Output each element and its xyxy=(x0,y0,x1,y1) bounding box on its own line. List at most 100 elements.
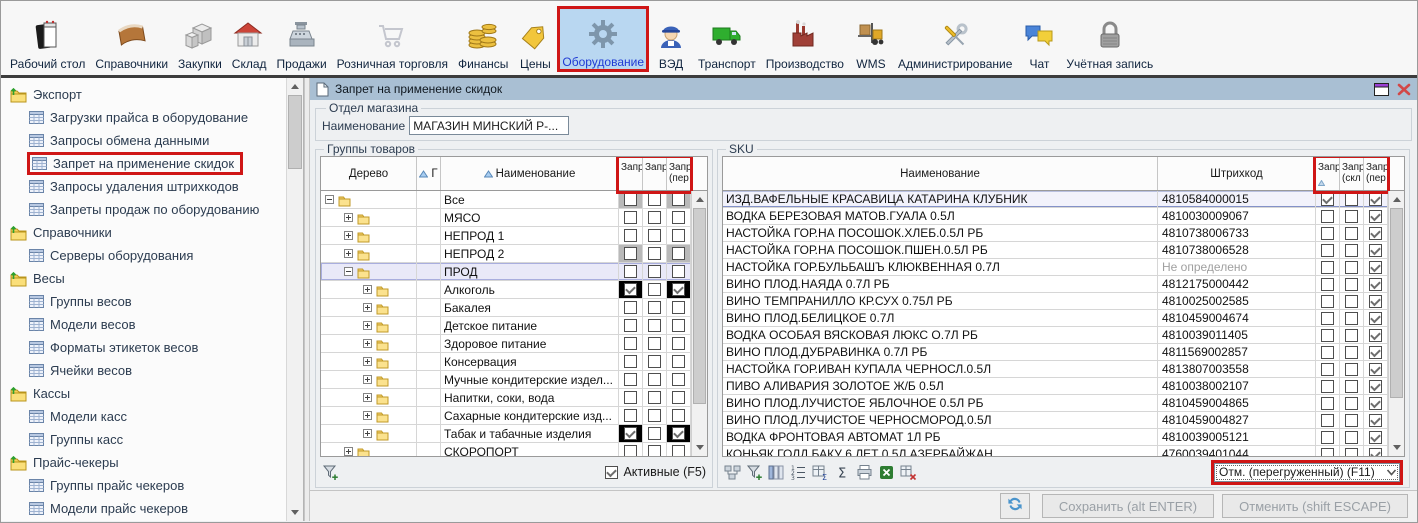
sidebar-group[interactable]: Экспорт xyxy=(1,83,303,106)
sku-row[interactable]: НАСТОЙКА ГОР.НА ПОСОШОК.ПШЕН.0.5Л РБ 481… xyxy=(723,242,1388,259)
flag-checkbox-cell[interactable] xyxy=(1364,395,1388,411)
flag-checkbox-cell[interactable] xyxy=(643,209,667,226)
flag-checkbox-cell[interactable] xyxy=(667,425,691,442)
group-row[interactable]: Детское питание xyxy=(321,317,691,335)
filter-add-icon[interactable] xyxy=(322,464,339,481)
flag-checkbox-cell[interactable] xyxy=(1316,429,1340,445)
flag-checkbox-cell[interactable] xyxy=(619,227,643,244)
flag-checkbox-cell[interactable] xyxy=(643,335,667,352)
toolbar-item[interactable]: Продажи xyxy=(272,6,332,72)
refresh-button[interactable] xyxy=(1000,493,1030,519)
flag-checkbox-cell[interactable] xyxy=(1316,361,1340,377)
column-hide-icon[interactable] xyxy=(768,464,785,481)
group-row[interactable]: НЕПРОД 2 xyxy=(321,245,691,263)
flag-checkbox-cell[interactable] xyxy=(1364,446,1388,456)
sidebar-item[interactable]: Группы касс xyxy=(1,428,303,451)
mode-dropdown[interactable]: Отм. (перегруженный) (F11) xyxy=(1214,463,1400,482)
flag-checkbox-cell[interactable] xyxy=(1340,293,1364,309)
filter-add-icon[interactable] xyxy=(746,464,763,481)
expand-icon[interactable] xyxy=(363,375,372,384)
toolbar-item[interactable]: Финансы xyxy=(453,6,513,72)
flag-checkbox-cell[interactable] xyxy=(643,317,667,334)
sidebar-item[interactable]: Запрет на применение скидок xyxy=(1,152,303,175)
flag-checkbox-cell[interactable] xyxy=(1316,378,1340,394)
toolbar-item[interactable]: Транспорт xyxy=(693,6,761,72)
flag-checkbox-cell[interactable] xyxy=(643,191,667,208)
flag-checkbox-cell[interactable] xyxy=(1364,276,1388,292)
sidebar-group[interactable]: Весы xyxy=(1,267,303,290)
flag-checkbox-cell[interactable] xyxy=(667,335,691,352)
flag-checkbox-cell[interactable] xyxy=(667,371,691,388)
flag-checkbox-cell[interactable] xyxy=(1364,344,1388,360)
flag-checkbox-cell[interactable] xyxy=(619,245,643,262)
column-header-flag1[interactable]: Запр xyxy=(1316,157,1340,190)
flag-checkbox-cell[interactable] xyxy=(1364,293,1388,309)
flag-checkbox-cell[interactable] xyxy=(643,389,667,406)
column-header-tree[interactable]: Дерево xyxy=(321,157,417,190)
flag-checkbox-cell[interactable] xyxy=(1316,259,1340,275)
flag-checkbox-cell[interactable] xyxy=(1340,378,1364,394)
flag-checkbox-cell[interactable] xyxy=(667,191,691,208)
collapse-icon[interactable] xyxy=(325,195,334,204)
sku-row[interactable]: НАСТОЙКА ГОР.ИВАН КУПАЛА ЧЕРНОСЛ.0.5Л 48… xyxy=(723,361,1388,378)
sku-row[interactable]: ВОДКА ОСОБАЯ ВЯСКОВАЯ ЛЮКС О.7Л РБ 48100… xyxy=(723,327,1388,344)
column-header-flag1[interactable]: Запр xyxy=(619,157,643,190)
flag-checkbox-cell[interactable] xyxy=(1340,225,1364,241)
flag-checkbox-cell[interactable] xyxy=(1316,412,1340,428)
toolbar-item[interactable]: Склад xyxy=(227,6,272,72)
flag-checkbox-cell[interactable] xyxy=(1364,259,1388,275)
sidebar-item[interactable]: Группы прайс чекеров xyxy=(1,474,303,497)
toolbar-item[interactable]: Учётная запись xyxy=(1061,6,1158,72)
print-icon[interactable] xyxy=(856,464,873,481)
cancel-button[interactable]: Отменить (shift ESCAPE) xyxy=(1222,494,1408,518)
flag-checkbox-cell[interactable] xyxy=(643,407,667,424)
sku-row[interactable]: ВИНО ПЛОД.ЛУЧИСТОЕ ЯБЛОЧНОЕ 0.5Л РБ 4810… xyxy=(723,395,1388,412)
sidebar-item[interactable]: Запросы удаления штрихкодов xyxy=(1,175,303,198)
flag-checkbox-cell[interactable] xyxy=(1316,208,1340,224)
flag-checkbox-cell[interactable] xyxy=(619,209,643,226)
flag-checkbox-cell[interactable] xyxy=(1364,310,1388,326)
flag-checkbox-cell[interactable] xyxy=(643,227,667,244)
flag-checkbox-cell[interactable] xyxy=(1340,310,1364,326)
expand-icon[interactable] xyxy=(363,285,372,294)
column-header-sku-name[interactable]: Наименование xyxy=(723,157,1158,190)
expand-icon[interactable] xyxy=(344,231,353,240)
flag-checkbox-cell[interactable] xyxy=(619,263,643,280)
expand-icon[interactable] xyxy=(363,429,372,438)
flag-checkbox-cell[interactable] xyxy=(619,353,643,370)
column-header-flag2[interactable]: Запр xyxy=(643,157,667,190)
table-remove-icon[interactable] xyxy=(900,464,917,481)
scroll-up-button[interactable] xyxy=(287,78,303,94)
flag-checkbox-cell[interactable] xyxy=(643,299,667,316)
maximize-button[interactable] xyxy=(1374,83,1389,96)
scroll-up-button[interactable] xyxy=(692,191,707,207)
save-button[interactable]: Сохранить (alt ENTER) xyxy=(1042,494,1214,518)
flag-checkbox-cell[interactable] xyxy=(619,299,643,316)
sku-row[interactable]: ВИНО ПЛОД.НАЯДА 0.7Л РБ 4812175000442 xyxy=(723,276,1388,293)
flag-checkbox-cell[interactable] xyxy=(1316,225,1340,241)
sku-row[interactable]: НАСТОЙКА ГОР.НА ПОСОШОК.ХЛЕБ.0.5Л РБ 481… xyxy=(723,225,1388,242)
sidebar-scrollbar[interactable] xyxy=(286,78,303,521)
sku-row[interactable]: ВИНО ПЛОД.ДУБРАВИНКА 0.7Л РБ 48115690028… xyxy=(723,344,1388,361)
group-row[interactable]: Консервация xyxy=(321,353,691,371)
flag-checkbox-cell[interactable] xyxy=(1316,242,1340,258)
flag-checkbox-cell[interactable] xyxy=(1340,412,1364,428)
sidebar-item[interactable]: Группы весов xyxy=(1,290,303,313)
toolbar-item[interactable]: ВЭД xyxy=(649,6,693,72)
flag-checkbox-cell[interactable] xyxy=(619,407,643,424)
flag-checkbox-cell[interactable] xyxy=(1364,242,1388,258)
flag-checkbox-cell[interactable] xyxy=(667,389,691,406)
toolbar-item[interactable]: WMS xyxy=(849,6,893,72)
flag-checkbox-cell[interactable] xyxy=(1316,293,1340,309)
flag-checkbox-cell[interactable] xyxy=(643,353,667,370)
goods-groups-scrollbar[interactable] xyxy=(691,191,707,456)
group-row[interactable]: Напитки, соки, вода xyxy=(321,389,691,407)
sku-row[interactable]: ПИВО АЛИВАРИЯ ЗОЛОТОЕ Ж/Б 0.5Л 481003800… xyxy=(723,378,1388,395)
toolbar-item[interactable]: Цены xyxy=(513,6,557,72)
toolbar-item[interactable]: Закупки xyxy=(173,6,227,72)
sku-row[interactable]: ИЗД.ВАФЕЛЬНЫЕ КРАСАВИЦА КАТАРИНА КЛУБНИК… xyxy=(723,191,1388,208)
sidebar-item[interactable]: Серверы оборудования xyxy=(1,244,303,267)
column-header-group[interactable]: Г xyxy=(417,157,441,190)
expand-icon[interactable] xyxy=(344,249,353,258)
flag-checkbox-cell[interactable] xyxy=(667,209,691,226)
